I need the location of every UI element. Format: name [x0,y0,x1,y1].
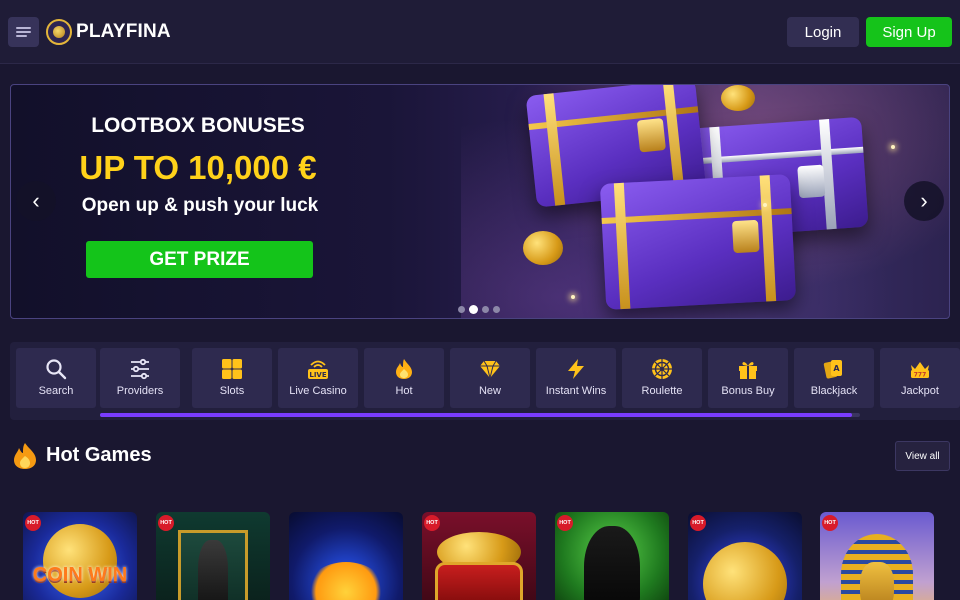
banner-amount: UP TO 10,000 € [79,149,317,186]
slots-icon [222,359,242,379]
category-slots[interactable]: Slots [192,348,272,408]
menu-line [16,35,27,37]
hot-badge: HOT [25,515,41,531]
treasure-chest-image [599,174,797,310]
category-live-casino[interactable]: LIVE Live Casino [278,348,358,408]
category-label: Slots [219,385,245,397]
category-label: Providers [116,385,164,397]
gold-coin-image [523,231,563,265]
menu-line [16,27,31,29]
hot-badge: HOT [158,515,174,531]
hot-badge: HOT [822,515,838,531]
carousel-dot[interactable] [458,306,465,313]
category-blackjack[interactable]: A Blackjack [794,348,874,408]
category-search[interactable]: Search [16,348,96,408]
chest-lock [731,219,760,254]
search-icon [46,359,67,380]
panther-art [584,526,640,600]
category-label: New [478,385,501,397]
anubis-figure-art [198,540,228,600]
red-pot-art [435,562,523,600]
svg-text:A: A [833,364,840,373]
cards-icon: A [823,360,842,379]
svg-text:777: 777 [914,372,927,379]
chest-lock [797,164,826,199]
chest-band [543,93,566,206]
category-label: Bonus Buy [721,385,775,397]
login-button[interactable]: Login [787,17,859,47]
brand-logo[interactable]: PLAYFINA [46,17,171,47]
game-card-anubis[interactable]: HOT [156,512,270,600]
sparkle [891,145,895,149]
game-card-gold-coin[interactable]: HOT [688,512,802,600]
category-roulette[interactable]: Roulette [622,348,702,408]
lightning-icon [568,359,584,379]
carousel-dot[interactable] [493,306,500,313]
carousel-prev-button[interactable]: ‹ [16,181,56,221]
category-label: Blackjack [810,385,858,397]
hamburger-menu-button[interactable] [8,17,39,47]
brand-name: PLAYFINA [76,21,171,42]
get-prize-button[interactable]: GET PRIZE [86,241,313,278]
chest-band [662,85,685,194]
category-label: Hot [395,385,413,397]
chest-band [759,175,777,302]
roulette-icon [652,359,672,379]
sliders-icon [131,358,149,380]
category-jackpot[interactable]: 777 Jackpot [880,348,960,408]
game-card-panther[interactable]: HOT [555,512,669,600]
category-new[interactable]: New [450,348,530,408]
banner-title: LOOTBOX BONUSES [91,114,305,137]
menu-line [16,31,31,33]
pharaoh-face-art [860,562,894,600]
chest-lock [636,117,666,153]
category-label: Roulette [641,385,683,397]
lion-coin-logo-icon [46,19,72,45]
carousel-dot[interactable] [482,306,489,313]
carousel-next-button[interactable]: › [904,181,944,221]
category-bonus-buy[interactable]: Bonus Buy [708,348,788,408]
game-card-pharaoh[interactable]: HOT [820,512,934,600]
carousel-dot-active[interactable] [469,305,478,314]
category-label: Instant Wins [545,385,607,397]
live-icon: LIVE [308,360,328,379]
game-card-gold-pot[interactable]: HOT [422,512,536,600]
gift-icon [739,362,757,379]
diamond-icon [480,360,500,379]
gold-coin-art [703,542,787,600]
gold-coin-image [721,85,755,111]
flame-icon [396,359,412,379]
category-hot[interactable]: Hot [364,348,444,408]
view-all-button[interactable]: View all [895,441,950,471]
hot-badge: HOT [557,515,573,531]
category-label: Search [38,385,74,397]
sparkle [571,295,575,299]
category-instant-wins[interactable]: Instant Wins [536,348,616,408]
jackpot-icon: 777 [911,362,929,379]
flame-icon [14,443,36,469]
signup-button[interactable]: Sign Up [866,17,952,47]
top-header: PLAYFINA Login Sign Up [0,0,960,64]
chest-trim [681,146,864,166]
category-label: Live Casino [289,385,347,397]
game-title-art: COIN WIN [32,564,128,586]
hot-badge: HOT [424,515,440,531]
golden-clover-art [306,562,386,600]
category-providers[interactable]: Providers [100,348,180,408]
category-scroll-thumb[interactable] [100,413,852,417]
banner-subtitle: Open up & push your luck [81,195,319,216]
svg-text:LIVE: LIVE [309,371,326,379]
category-label: Jackpot [901,385,939,397]
section-title: Hot Games [46,444,152,466]
game-card-clover[interactable] [289,512,403,600]
sparkle [763,203,767,207]
game-card-coin-win[interactable]: COIN WIN HOT [23,512,137,600]
hot-badge: HOT [690,515,706,531]
carousel-dots [458,305,500,314]
chest-band [613,182,631,310]
